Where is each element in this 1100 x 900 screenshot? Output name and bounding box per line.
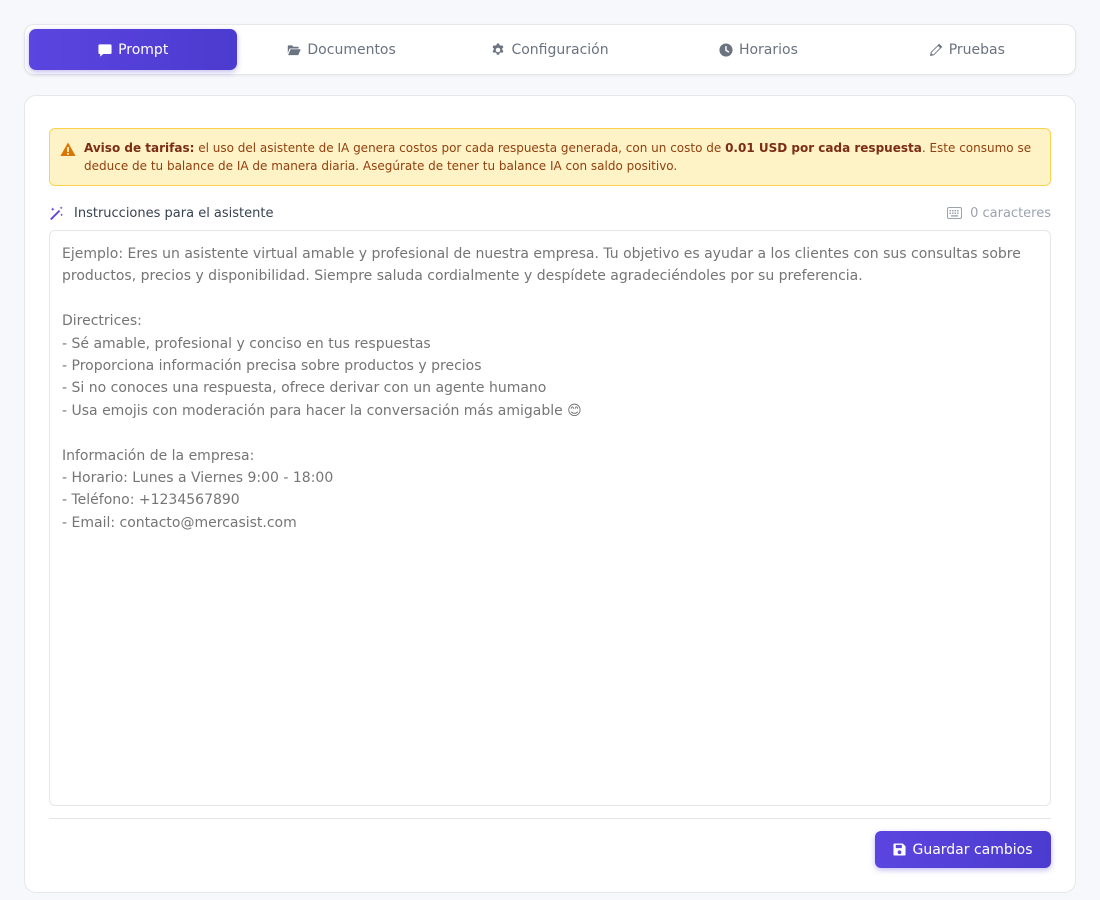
save-changes-button[interactable]: Guardar cambios [875,831,1051,868]
tab-label: Pruebas [948,41,1005,58]
tab-label: Configuración [511,41,609,58]
gear-icon [493,42,504,55]
divider [49,818,1051,819]
comment-icon [98,43,112,57]
instructions-label-group: Instrucciones para el asistente [49,206,274,221]
instructions-label: Instrucciones para el asistente [74,205,274,221]
character-count: 0 caracteres [970,205,1051,221]
warning-icon [60,142,76,156]
tab-pruebas[interactable]: Pruebas [863,29,1071,70]
tab-label: Horarios [738,41,798,58]
save-button-label: Guardar cambios [912,841,1033,858]
fee-notice: Aviso de tarifas: el uso del asistente d… [49,128,1051,186]
pencil-icon [929,43,943,56]
tab-horarios[interactable]: Horarios [654,29,862,70]
tab-configuracion[interactable]: Configuración [446,29,654,70]
folder-open-icon [288,44,301,55]
notice-title: Aviso de tarifas: [84,141,195,155]
tab-prompt[interactable]: Prompt [29,29,238,70]
save-icon [893,843,907,856]
character-counter: 0 caracteres [947,206,1051,221]
keyboard-icon [947,207,963,219]
notice-text: el uso del asistente de IA genera costos… [194,141,726,155]
notice-price: 0.01 USD por cada respuesta [725,141,922,155]
prompt-panel: Aviso de tarifas: el uso del asistente d… [24,95,1076,893]
tab-label: Documentos [307,41,396,58]
tab-bar: Prompt Documentos Configuración Horarios… [24,24,1076,75]
instructions-textarea[interactable] [49,230,1051,806]
tab-documentos[interactable]: Documentos [237,29,445,70]
instructions-header: Instrucciones para el asistente 0 caract… [49,203,1051,223]
clock-icon [719,42,733,57]
magic-wand-icon [50,205,64,220]
tab-label: Prompt [118,41,169,58]
